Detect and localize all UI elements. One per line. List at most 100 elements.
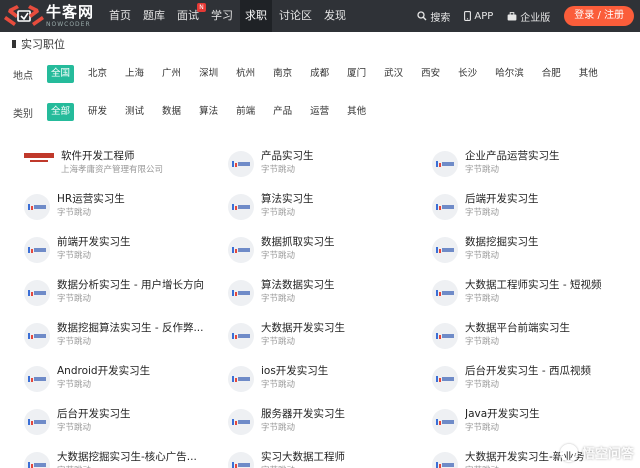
job-title[interactable]: 大数据开发实习生 bbox=[261, 321, 421, 335]
title-bar-marker bbox=[12, 40, 16, 48]
enterprise-label: 企业版 bbox=[520, 12, 551, 24]
job-title[interactable]: 服务器开发实习生 bbox=[261, 407, 421, 421]
job-card[interactable]: 服务器开发实习生字节跳动 bbox=[228, 405, 428, 445]
location-chip[interactable]: 其他 bbox=[575, 65, 602, 83]
category-chip[interactable]: 研发 bbox=[84, 103, 111, 121]
location-chip[interactable]: 长沙 bbox=[454, 65, 481, 83]
enterprise-link[interactable]: 企业版 bbox=[507, 9, 550, 24]
job-card[interactable]: 大数据开发实习生 字节跳动 bbox=[228, 319, 428, 359]
location-chip[interactable]: 厦门 bbox=[343, 65, 370, 83]
job-title[interactable]: 软件开发工程师 bbox=[61, 149, 221, 163]
location-chip[interactable]: 西安 bbox=[417, 65, 444, 83]
location-chip[interactable]: 哈尔滨 bbox=[491, 65, 528, 83]
job-title[interactable]: 数据抓取实习生 bbox=[261, 235, 421, 249]
location-filter: 地点 全国 北京 上海 广州 深圳 杭州 南京 成都 厦门 武汉 西安 长沙 哈尔滨 合肥 其他 bbox=[0, 64, 640, 84]
search-label: 搜索 bbox=[430, 12, 451, 24]
category-chip[interactable]: 其他 bbox=[343, 103, 370, 121]
company-logo-icon bbox=[24, 452, 50, 468]
location-chip[interactable]: 成都 bbox=[306, 65, 333, 83]
job-title[interactable]: 数据挖掘实习生 bbox=[465, 235, 625, 249]
job-card[interactable]: 大数据挖掘实习生-核心广告...字节跳动 bbox=[24, 448, 224, 468]
job-card[interactable]: 数据挖掘实习生 字节跳动 bbox=[432, 233, 632, 273]
logo[interactable]: 牛客网 NOWCODER bbox=[0, 0, 104, 32]
category-chip[interactable]: 产品 bbox=[269, 103, 296, 121]
company-logo-icon bbox=[24, 323, 50, 349]
job-card[interactable]: 软件开发工程师 上海孝庸资产管理有限公司 bbox=[24, 147, 224, 187]
job-title[interactable]: 大数据工程师实习生 - 短视频 bbox=[465, 278, 625, 292]
job-card[interactable]: 产品实习生 字节跳动 bbox=[228, 147, 428, 187]
category-chip[interactable]: 运营 bbox=[306, 103, 333, 121]
job-card[interactable]: 企业产品运营实习生 字节跳动 bbox=[432, 147, 632, 187]
job-card[interactable]: 实习大数据工程师字节跳动 bbox=[228, 448, 428, 468]
job-card[interactable]: 后台开发实习生 字节跳动 bbox=[24, 405, 224, 445]
company-name: 字节跳动 bbox=[57, 208, 92, 218]
location-chip[interactable]: 深圳 bbox=[195, 65, 222, 83]
job-title[interactable]: ios开发实习生 bbox=[261, 364, 421, 378]
job-title[interactable]: 数据挖掘算法实习生 - 反作弊... bbox=[57, 321, 217, 335]
category-chip[interactable]: 算法 bbox=[195, 103, 222, 121]
nav-item-discover[interactable]: 发现 bbox=[319, 0, 351, 32]
category-chip[interactable]: 前端 bbox=[232, 103, 259, 121]
location-chip[interactable]: 北京 bbox=[84, 65, 111, 83]
location-chip[interactable]: 全国 bbox=[47, 65, 75, 83]
watermark-logo-icon bbox=[559, 443, 578, 462]
company-name: 字节跳动 bbox=[465, 294, 500, 304]
category-chip[interactable]: 测试 bbox=[121, 103, 148, 121]
job-title[interactable]: Android开发实习生 bbox=[57, 364, 217, 378]
job-title[interactable]: HR运营实习生 bbox=[57, 192, 217, 206]
job-card[interactable]: ios开发实习生 字节跳动 bbox=[228, 362, 428, 402]
job-card[interactable]: 算法数据实习生 字节跳动 bbox=[228, 276, 428, 316]
job-title[interactable]: 后端开发实习生 bbox=[465, 192, 625, 206]
job-title[interactable]: 后台开发实习生 bbox=[57, 407, 217, 421]
company-logo-icon bbox=[432, 151, 458, 177]
job-card[interactable]: 后台开发实习生 - 西瓜视频 字节跳动 bbox=[432, 362, 632, 402]
job-title[interactable]: 产品实习生 bbox=[261, 149, 421, 163]
job-card[interactable]: 算法实习生 字节跳动 bbox=[228, 190, 428, 230]
company-name: 字节跳动 bbox=[261, 423, 296, 433]
location-chip[interactable]: 武汉 bbox=[380, 65, 407, 83]
job-title[interactable]: 企业产品运营实习生 bbox=[465, 149, 625, 163]
category-chip[interactable]: 数据 bbox=[158, 103, 185, 121]
search-link[interactable]: 搜索 bbox=[417, 9, 450, 24]
nav-item-learn[interactable]: 学习 bbox=[206, 0, 238, 32]
job-card[interactable]: HR运营实习生字节跳动 bbox=[24, 190, 224, 230]
job-title[interactable]: 后台开发实习生 - 西瓜视频 bbox=[465, 364, 625, 378]
brand-name-en: NOWCODER bbox=[46, 20, 91, 28]
location-chip[interactable]: 杭州 bbox=[232, 65, 259, 83]
job-card[interactable]: 大数据工程师实习生 - 短视频字节跳动 bbox=[432, 276, 632, 316]
company-name: 字节跳动 bbox=[57, 294, 92, 304]
job-card[interactable]: 后端开发实习生 字节跳动 bbox=[432, 190, 632, 230]
job-title[interactable]: 算法实习生 bbox=[261, 192, 421, 206]
login-register-button[interactable]: 登录 / 注册 bbox=[564, 6, 634, 26]
location-chip[interactable]: 合肥 bbox=[538, 65, 565, 83]
watermark: 悟空问答 bbox=[559, 443, 634, 462]
job-title[interactable]: 实习大数据工程师 bbox=[261, 450, 421, 464]
nav-item-discuss[interactable]: 讨论区 bbox=[274, 0, 317, 32]
job-card[interactable]: 数据抓取实习生 字节跳动 bbox=[228, 233, 428, 273]
location-chip[interactable]: 广州 bbox=[158, 65, 185, 83]
job-title[interactable]: 大数据平台前端实习生 bbox=[465, 321, 625, 335]
nav-label: 求职 bbox=[245, 9, 267, 22]
app-link[interactable]: APP bbox=[464, 11, 493, 22]
company-name: 字节跳动 bbox=[57, 337, 92, 347]
location-chip[interactable]: 南京 bbox=[269, 65, 296, 83]
category-chip[interactable]: 全部 bbox=[47, 103, 75, 121]
location-options: 全国 北京 上海 广州 深圳 杭州 南京 成都 厦门 武汉 西安 长沙 哈尔滨 合肥 其他 bbox=[47, 65, 612, 83]
nav-item-interview[interactable]: 面试 N bbox=[172, 0, 206, 32]
nav-item-home[interactable]: 首页 bbox=[104, 0, 136, 32]
nav-item-jobs[interactable]: 求职 bbox=[240, 0, 272, 32]
job-title[interactable]: 算法数据实习生 bbox=[261, 278, 421, 292]
job-title[interactable]: Java开发实习生 bbox=[465, 407, 625, 421]
job-card[interactable]: 大数据平台前端实习生 字节跳动 bbox=[432, 319, 632, 359]
job-card[interactable]: Android开发实习生 字节跳动 bbox=[24, 362, 224, 402]
job-card[interactable]: 数据分析实习生 - 用户增长方向字节跳动 bbox=[24, 276, 224, 316]
location-chip[interactable]: 上海 bbox=[121, 65, 148, 83]
job-card[interactable]: Java开发实习生 字节跳动 bbox=[432, 405, 632, 445]
job-title[interactable]: 大数据挖掘实习生-核心广告... bbox=[57, 450, 217, 464]
job-card[interactable]: 数据挖掘算法实习生 - 反作弊... 字节跳动 bbox=[24, 319, 224, 359]
nav-label: 题库 bbox=[143, 9, 165, 22]
nav-item-questions[interactable]: 题库 bbox=[138, 0, 170, 32]
job-title[interactable]: 数据分析实习生 - 用户增长方向 bbox=[57, 278, 217, 292]
job-title[interactable]: 前端开发实习生 bbox=[57, 235, 217, 249]
job-card[interactable]: 前端开发实习生 字节跳动 bbox=[24, 233, 224, 273]
